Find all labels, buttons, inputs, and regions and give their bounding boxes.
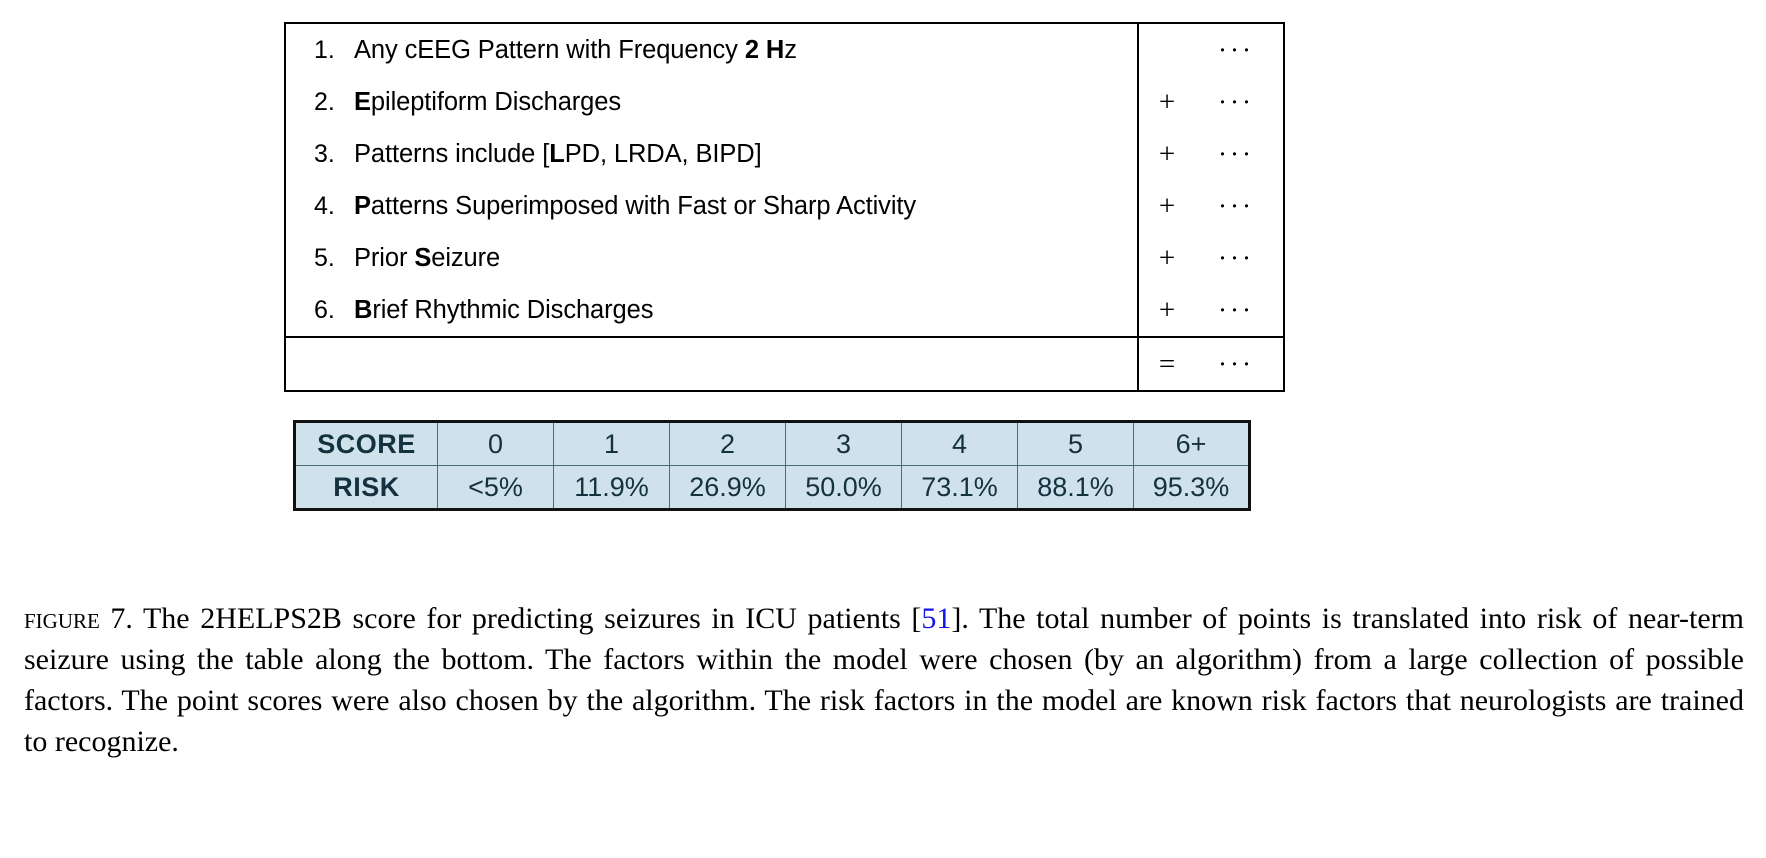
risk-table-risk-cell: 95.3% xyxy=(1133,465,1250,510)
row-number: 4. xyxy=(314,191,335,220)
risk-table-risk-cell: 50.0% xyxy=(785,465,902,510)
risk-table-score-cell: 5 xyxy=(1017,421,1134,466)
accumulator-equals-operator: = xyxy=(1158,347,1176,380)
row-factor: Patterns Superimposed with Fast or Sharp… xyxy=(354,192,1074,221)
table-row: 2. Epileptiform Discharges 1 point xyxy=(286,76,1284,128)
risk-table-score-cell: 1 xyxy=(553,421,670,466)
score-accumulator-panel: ··· + ··· + ··· + ··· + ··· + ··· = ··· xyxy=(1137,22,1285,392)
table-row: 3. Patterns include [LPD, LRDA, BIPD] 1 … xyxy=(286,128,1284,180)
row-factor-text: pileptiform Discharges xyxy=(370,87,621,116)
risk-table-score-cell: 2 xyxy=(669,421,786,466)
risk-table-risk-cell: 11.9% xyxy=(553,465,670,510)
score-criteria-table: 1. Any cEEG Pattern with Frequency 2 Hz … xyxy=(284,22,1284,392)
risk-table-risk-cell: 26.9% xyxy=(669,465,786,510)
risk-table-score-cell: 6+ xyxy=(1133,421,1250,466)
row-factor-lead: B xyxy=(354,295,373,324)
accumulator-total-ellipsis: ··· xyxy=(1218,348,1254,379)
caption-figure-label: Figure xyxy=(24,602,100,635)
accumulator-operator: + xyxy=(1158,293,1176,326)
row-factor-tail: eizure xyxy=(431,243,501,272)
row-factor-tail: z xyxy=(784,35,797,64)
caption-figure-number: 7. xyxy=(99,602,133,635)
accumulator-ellipsis: ··· xyxy=(1218,86,1254,117)
row-factor-bold-tail: L xyxy=(549,139,565,168)
risk-table-score-cell: 0 xyxy=(437,421,554,466)
accumulator-ellipsis: ··· xyxy=(1218,294,1254,325)
row-factor-bold-tail: 2 H xyxy=(744,35,785,64)
accumulator-operator: + xyxy=(1158,189,1176,222)
accumulator-operator: + xyxy=(1158,85,1176,118)
row-number: 5. xyxy=(314,243,335,272)
accumulator-row: + ··· xyxy=(1139,284,1283,336)
risk-table-score-header: SCORE xyxy=(294,421,438,466)
accumulator-row: + ··· xyxy=(1139,128,1283,180)
row-number: 6. xyxy=(314,295,335,324)
row-factor-text: rief Rhythmic Discharges xyxy=(372,295,654,324)
table-row: 6. Brief Rhythmic Discharges 2 points xyxy=(286,284,1284,336)
risk-table-score-row: SCORE 0 1 2 3 4 5 6+ xyxy=(294,421,1250,466)
risk-table-risk-cell: 73.1% xyxy=(901,465,1018,510)
row-factor: Any cEEG Pattern with Frequency 2 Hz xyxy=(354,36,1074,65)
row-factor-text: Prior xyxy=(354,243,415,272)
accumulator-row: + ··· xyxy=(1139,76,1283,128)
risk-table-score-cell: 3 xyxy=(785,421,902,466)
risk-lookup-table: SCORE 0 1 2 3 4 5 6+ RISK <5% 11.9% 26.9… xyxy=(293,420,1251,511)
figure-caption: Figure 7. The 2HELPS2B score for predict… xyxy=(24,598,1744,762)
accumulator-operator: + xyxy=(1158,241,1176,274)
row-factor: Brief Rhythmic Discharges xyxy=(354,296,1074,325)
table-row: 1. Any cEEG Pattern with Frequency 2 Hz … xyxy=(286,24,1284,76)
risk-table-risk-cell: 88.1% xyxy=(1017,465,1134,510)
row-factor-text: Any cEEG Pattern with Frequency xyxy=(354,35,745,64)
risk-table-score-cell: 4 xyxy=(901,421,1018,466)
row-factor-bold-tail: S xyxy=(414,243,432,272)
accumulator-row: + ··· xyxy=(1139,232,1283,284)
caption-citation-link[interactable]: 51 xyxy=(921,602,951,635)
table-row: 4. Patterns Superimposed with Fast or Sh… xyxy=(286,180,1284,232)
accumulator-ellipsis: ··· xyxy=(1218,242,1254,273)
row-factor: Patterns include [LPD, LRDA, BIPD] xyxy=(354,140,1074,169)
accumulator-operator: + xyxy=(1158,137,1176,170)
row-number: 3. xyxy=(314,139,335,168)
accumulator-ellipsis: ··· xyxy=(1218,34,1254,65)
row-factor-tail: PD, LRDA, BIPD] xyxy=(564,139,762,168)
accumulator-row: ··· xyxy=(1139,24,1283,76)
row-factor-lead: E xyxy=(354,87,371,116)
risk-table-risk-cell: <5% xyxy=(437,465,554,510)
figure-7: 1. Any cEEG Pattern with Frequency 2 Hz … xyxy=(0,0,1766,600)
accumulator-ellipsis: ··· xyxy=(1218,138,1254,169)
row-number: 1. xyxy=(314,35,335,64)
row-factor-text: atterns Superimposed with Fast or Sharp … xyxy=(370,191,917,220)
row-number: 2. xyxy=(314,87,335,116)
caption-text-part1: The 2HELPS2B score for predicting seizur… xyxy=(132,602,922,635)
accumulator-row: + ··· xyxy=(1139,180,1283,232)
accumulator-row-total: = ··· xyxy=(1139,336,1283,390)
row-factor-lead: P xyxy=(354,191,371,220)
row-factor: Epileptiform Discharges xyxy=(354,88,1074,117)
risk-table-risk-header: RISK xyxy=(294,465,438,510)
table-row-total: SCORE xyxy=(286,336,1284,390)
row-factor: Prior Seizure xyxy=(354,244,1074,273)
accumulator-ellipsis: ··· xyxy=(1218,190,1254,221)
risk-table-risk-row: RISK <5% 11.9% 26.9% 50.0% 73.1% 88.1% 9… xyxy=(294,465,1250,510)
table-row: 5. Prior Seizure 1 point xyxy=(286,232,1284,284)
row-factor-text: Patterns include [ xyxy=(354,139,550,168)
